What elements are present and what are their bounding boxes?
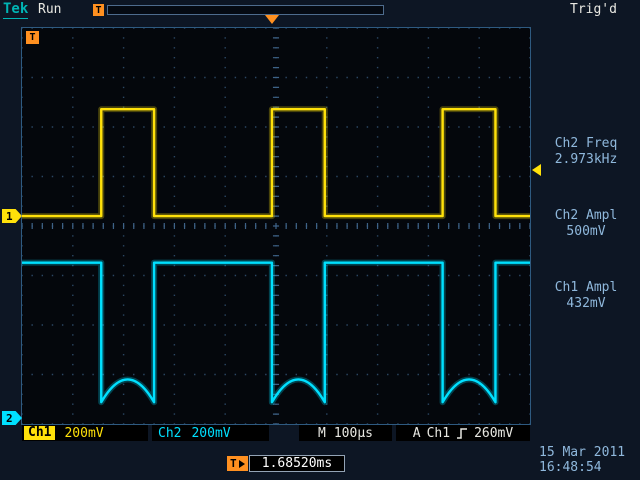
measurement-ch2-ampl: Ch2 Ampl 500mV: [534, 208, 638, 240]
measurement-value: 432mV: [534, 296, 638, 312]
trigger-corner-marker: T: [26, 31, 39, 44]
trigger-status: Trig'd: [570, 2, 617, 17]
trigger-prefix: A: [413, 426, 421, 441]
measurement-ch2-freq: Ch2 Freq 2.973kHz: [534, 136, 638, 168]
ch2-scale-readout: Ch2 200mV: [152, 425, 269, 441]
graticule: T: [21, 27, 531, 425]
trigger-source: Ch1: [427, 426, 450, 441]
ch2-trace-glow: [22, 263, 530, 403]
record-trigger-marker: T: [93, 4, 104, 16]
acquisition-status: Run: [38, 2, 61, 17]
ch2-position-marker: 2: [2, 411, 22, 425]
right-arrow-icon: [239, 460, 245, 468]
measurement-label: Ch2 Freq: [534, 136, 638, 152]
delay-marker-badge: T: [227, 456, 248, 471]
trigger-readout: A Ch1 260mV: [396, 425, 530, 441]
measurement-ch1-ampl: Ch1 Ampl 432mV: [534, 280, 638, 312]
rising-edge-icon: [456, 427, 468, 440]
tek-logo: Tek: [3, 1, 28, 19]
datetime: 15 Mar 2011 16:48:54: [539, 445, 625, 475]
measurement-label: Ch2 Ampl: [534, 208, 638, 224]
ch1-trace-glow: [22, 109, 530, 216]
timebase-value: 100µs: [334, 426, 373, 441]
trigger-level-value: 260mV: [474, 426, 513, 441]
ch2-marker-label: 2: [6, 412, 13, 425]
timebase-prefix: M: [318, 426, 326, 441]
delay-readout: 1.68520ms: [249, 455, 345, 472]
trigger-position-arrow-icon: [265, 15, 279, 24]
ch1-badge: Ch1: [24, 426, 55, 440]
measurement-label: Ch1 Ampl: [534, 280, 638, 296]
ch1-position-marker: 1: [2, 209, 22, 223]
ch1-scale-readout: Ch1 200mV: [22, 425, 148, 441]
measurement-value: 500mV: [534, 224, 638, 240]
measurement-value: 2.973kHz: [534, 152, 638, 168]
date-label: 15 Mar 2011: [539, 445, 625, 460]
timebase-readout: M 100µs: [299, 425, 392, 441]
ch1-marker-label: 1: [6, 210, 13, 223]
oscilloscope-display: Tek Run T Trig'd T 1 2 Ch2 Freq 2.973kHz…: [0, 0, 640, 480]
ch2-scale-value: 200mV: [191, 426, 230, 441]
ch2-badge: Ch2: [158, 426, 181, 441]
record-view-bar: [107, 5, 384, 15]
ch1-scale-value: 200mV: [64, 426, 103, 441]
time-label: 16:48:54: [539, 460, 625, 475]
waveform-plot: [22, 28, 530, 424]
delay-marker-label: T: [230, 457, 237, 470]
